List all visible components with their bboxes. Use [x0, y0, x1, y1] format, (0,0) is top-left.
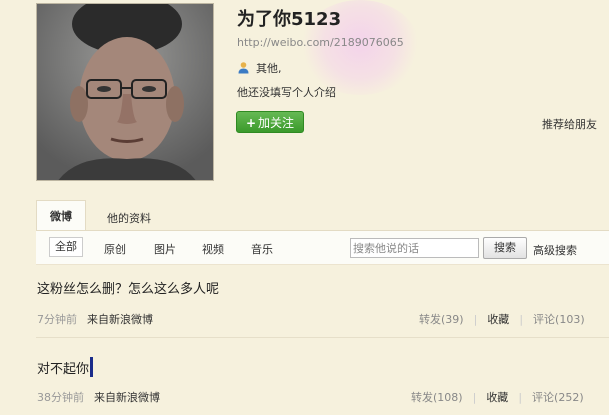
post-text-content: 对不起你: [37, 362, 90, 377]
filter-original[interactable]: 原创: [104, 241, 126, 257]
post-meta: 38分钟前 来自新浪微博: [37, 389, 160, 405]
collect-link[interactable]: 收藏: [486, 391, 508, 404]
tab-profile-info[interactable]: 他的资料: [107, 210, 151, 226]
advanced-search-link[interactable]: 高级搜索: [533, 242, 577, 258]
search-input[interactable]: [350, 238, 479, 258]
post-text: 对不起你: [37, 357, 94, 377]
avatar-photo: [37, 4, 213, 180]
profile-bio: 他还没填写个人介绍: [237, 86, 336, 99]
follow-label: 加关注: [258, 116, 295, 130]
profile-gender-label: 其他,: [256, 62, 282, 75]
filter-bar: 全部 原创 图片 视频 音乐 搜索 高级搜索: [36, 230, 609, 265]
profile-tabs: 微博 他的资料: [36, 200, 609, 231]
filter-videos[interactable]: 视频: [202, 241, 224, 257]
repost-link[interactable]: 转发(108): [411, 391, 463, 404]
avatar[interactable]: [36, 3, 214, 181]
recommend-to-friends-link[interactable]: 推荐给朋友: [542, 116, 597, 132]
post-time[interactable]: 38分钟前: [37, 391, 84, 404]
search-button[interactable]: 搜索: [483, 237, 527, 259]
post-source[interactable]: 来自新浪微博: [87, 313, 153, 326]
post-source[interactable]: 来自新浪微博: [94, 391, 160, 404]
post-actions: 转发(108) | 收藏 | 评论(252): [411, 389, 584, 405]
profile-url[interactable]: http://weibo.com/2189076065: [237, 36, 404, 49]
separator: |: [472, 391, 477, 404]
post-text: 这粉丝怎么删？怎么这么多人呢: [37, 282, 220, 297]
tab-weibo[interactable]: 微博: [36, 200, 86, 231]
collect-link[interactable]: 收藏: [487, 313, 509, 326]
post-meta: 7分钟前 来自新浪微博: [37, 311, 153, 327]
post-time[interactable]: 7分钟前: [37, 313, 77, 326]
repost-link[interactable]: 转发(39): [419, 313, 464, 326]
plus-icon: +: [245, 116, 257, 130]
filter-all[interactable]: 全部: [49, 237, 83, 257]
text-cursor: [90, 357, 94, 377]
follow-button[interactable]: + 加关注: [236, 111, 304, 133]
profile-gender: 其他,: [237, 60, 282, 76]
separator: |: [473, 313, 478, 326]
separator: |: [518, 391, 523, 404]
filter-images[interactable]: 图片: [154, 241, 176, 257]
separator: |: [519, 313, 524, 326]
comment-link[interactable]: 评论(103): [533, 313, 585, 326]
post-divider: [36, 337, 609, 338]
user-icon: [238, 62, 249, 74]
post-actions: 转发(39) | 收藏 | 评论(103): [419, 311, 585, 327]
filter-music[interactable]: 音乐: [251, 241, 273, 257]
comment-link[interactable]: 评论(252): [532, 391, 584, 404]
profile-name: 为了你5123: [237, 9, 342, 30]
